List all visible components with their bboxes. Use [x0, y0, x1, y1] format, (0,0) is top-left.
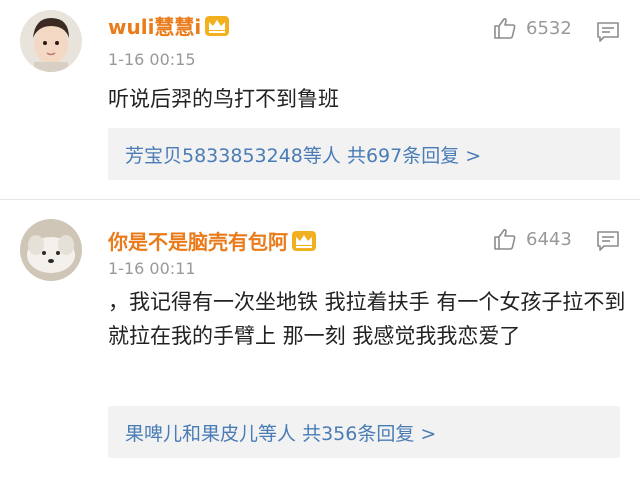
- divider: [0, 199, 640, 200]
- reply-users: 芳宝贝5833853248等人: [125, 144, 341, 167]
- username[interactable]: wuli慧慧i: [108, 11, 230, 40]
- reply-button[interactable]: [596, 230, 620, 252]
- thumbs-up-icon: [494, 17, 516, 39]
- comment-item: wuli慧慧i 1-16 00:15 6532 听说后羿的鸟打不到鲁班 芳宝贝5…: [0, 0, 640, 200]
- replies-link[interactable]: 芳宝贝5833853248等人 共697条回复 >: [125, 141, 481, 168]
- avatar[interactable]: [20, 10, 82, 72]
- username-text[interactable]: wuli慧慧i: [108, 15, 201, 39]
- username-text[interactable]: 你是不是脑壳有包阿: [108, 230, 288, 254]
- chevron-right-icon: >: [420, 422, 437, 445]
- username[interactable]: 你是不是脑壳有包阿: [108, 226, 317, 255]
- comment-reply-icon: [597, 22, 619, 42]
- like-count: 6532: [526, 17, 572, 39]
- thumbs-up-icon: [494, 228, 516, 250]
- like-count: 6443: [526, 228, 572, 250]
- like-button[interactable]: 6532: [493, 17, 572, 39]
- replies-summary[interactable]: 芳宝贝5833853248等人 共697条回复 >: [108, 128, 620, 180]
- comment-text: ，我记得有一次坐地铁 我拉着扶手 有一个女孩子拉不到 就拉在我的手臂上 那一刻 …: [108, 290, 626, 348]
- reply-users: 果啤儿和果皮儿等人: [125, 422, 297, 445]
- comment-reply-icon: [597, 231, 619, 251]
- comment-time: 1-16 00:11: [108, 259, 196, 278]
- avatar[interactable]: [20, 219, 82, 281]
- reply-button[interactable]: [596, 21, 620, 43]
- reply-count: 共356条回复: [302, 422, 415, 445]
- reply-count: 共697条回复: [346, 144, 460, 167]
- dog-avatar-icon: [20, 219, 82, 281]
- replies-link[interactable]: 果啤儿和果皮儿等人 共356条回复 >: [125, 419, 436, 446]
- vip-crown-icon: [292, 231, 316, 251]
- vip-crown-icon: [205, 16, 230, 36]
- like-button[interactable]: 6443: [493, 228, 572, 250]
- chevron-right-icon: >: [465, 144, 482, 167]
- comment-text: 听说后羿的鸟打不到鲁班: [108, 87, 339, 111]
- replies-summary[interactable]: 果啤儿和果皮儿等人 共356条回复 >: [108, 406, 620, 458]
- comment-time: 1-16 00:15: [108, 50, 196, 69]
- child-avatar-icon: [20, 10, 82, 72]
